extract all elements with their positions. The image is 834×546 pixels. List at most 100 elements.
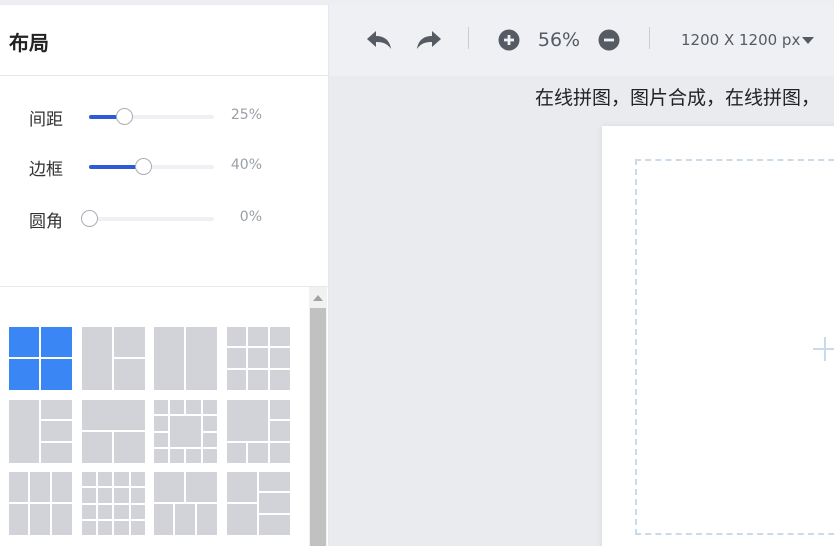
redo-button[interactable] [414, 25, 444, 55]
layout-cell [98, 521, 112, 535]
layout-cell [186, 472, 217, 502]
layout-cell [227, 327, 246, 346]
layout-cell [154, 472, 184, 502]
layout-cell [227, 443, 246, 463]
zoom-level: 56% [537, 29, 581, 51]
radius-slider-handle[interactable] [81, 210, 98, 227]
layout-cell [227, 504, 257, 535]
zoom-out-icon [598, 29, 620, 51]
layout-cell [259, 472, 290, 491]
layout-cell [175, 504, 195, 535]
layout-thumbnail [227, 400, 290, 463]
undo-button[interactable] [364, 25, 394, 55]
layout-cell [114, 488, 129, 503]
border-label: 边框 [29, 160, 63, 180]
layout-cell [170, 416, 201, 447]
layout-cell [114, 521, 129, 535]
layout-cell [270, 370, 290, 390]
layout-cell [131, 472, 145, 486]
layout-option-wide-top-two-bottom[interactable] [82, 400, 145, 463]
divider [0, 75, 329, 76]
layout-cell [186, 449, 201, 463]
border-slider-row: 边框 40% [0, 151, 329, 181]
layout-option-left-column-right-stack[interactable] [227, 472, 290, 535]
layout-option-four-equal[interactable] [9, 327, 72, 390]
layout-cell [248, 348, 268, 368]
layout-thumbnail [154, 400, 217, 463]
marquee-text: 在线拼图，图片合成，在线拼图， [535, 87, 821, 109]
layout-thumbnail [82, 400, 145, 463]
layout-cell [98, 488, 112, 503]
layout-cell [9, 359, 39, 390]
layout-cell [227, 472, 257, 502]
layout-thumbnail [227, 327, 290, 390]
layout-cell [98, 505, 112, 519]
layout-option-three-by-three[interactable] [227, 327, 290, 390]
zoom-in-icon [498, 29, 520, 51]
layout-cell [82, 505, 96, 519]
layout-thumbnail [9, 327, 72, 390]
toolbar-separator [649, 27, 650, 49]
layout-cell [98, 472, 112, 486]
layout-cell [170, 449, 184, 463]
layout-cell [259, 515, 290, 535]
layout-cell [41, 400, 72, 419]
layout-cell [270, 348, 290, 368]
layout-cell [52, 472, 72, 502]
spacing-slider-handle[interactable] [116, 108, 134, 125]
layout-cell [131, 521, 145, 535]
caret-down-icon [802, 37, 815, 44]
spacing-label: 间距 [29, 110, 63, 130]
layout-cell [186, 400, 201, 414]
scroll-up-arrow-icon[interactable] [313, 295, 323, 301]
layout-cell [203, 400, 217, 414]
layout-cell [197, 504, 217, 535]
layout-thumbnail [154, 472, 217, 535]
layout-scrollbar[interactable] [309, 287, 327, 546]
border-slider-handle[interactable] [135, 158, 152, 175]
layout-cell [154, 504, 173, 535]
layout-cell [248, 443, 268, 463]
layout-cell [114, 505, 129, 519]
layout-cell [41, 327, 72, 357]
layout-cell [131, 488, 145, 503]
scroll-thumb[interactable] [310, 308, 326, 546]
border-slider[interactable] [89, 158, 214, 175]
canvas-size-dropdown[interactable]: 1200 X 1200 px [681, 31, 815, 49]
layout-cell [227, 400, 268, 441]
layout-cell [270, 421, 290, 441]
layout-cell [131, 505, 145, 519]
layout-thumbnail [227, 472, 290, 535]
layout-cell [270, 327, 290, 346]
panel-title: 布局 [9, 31, 49, 55]
layout-option-one-left-two-right[interactable] [82, 327, 145, 390]
layout-cell [248, 370, 268, 390]
layout-thumbnail [82, 327, 145, 390]
layout-cell [82, 327, 112, 390]
plus-icon [813, 337, 834, 361]
layout-option-three-top-three-bottom[interactable] [9, 472, 72, 535]
zoom-in-button[interactable] [494, 25, 524, 55]
toolbar: 56% 1200 X 1200 px [329, 5, 834, 76]
layout-cell [170, 400, 184, 414]
image-slot[interactable] [635, 159, 834, 535]
radius-slider[interactable] [81, 210, 214, 227]
layout-option-left-tall-three-right[interactable] [9, 400, 72, 463]
layout-cell [41, 443, 72, 463]
layout-cell [114, 327, 145, 357]
spacing-slider[interactable] [89, 108, 214, 125]
layout-cell [114, 359, 145, 390]
layout-cell [52, 504, 72, 535]
layout-cell [154, 400, 168, 414]
layout-cell [9, 400, 39, 463]
layout-option-center-frame-ring[interactable] [154, 400, 217, 463]
zoom-out-button[interactable] [594, 25, 624, 55]
layout-option-four-by-four[interactable] [82, 472, 145, 535]
layout-thumbnail [154, 327, 217, 390]
layout-option-two-columns[interactable] [154, 327, 217, 390]
layout-cell [259, 493, 290, 513]
layout-option-big-top-left-mosaic[interactable] [227, 400, 290, 463]
layout-cell [186, 327, 217, 390]
toolbar-separator [468, 27, 469, 49]
layout-option-two-top-three-bottom[interactable] [154, 472, 217, 535]
